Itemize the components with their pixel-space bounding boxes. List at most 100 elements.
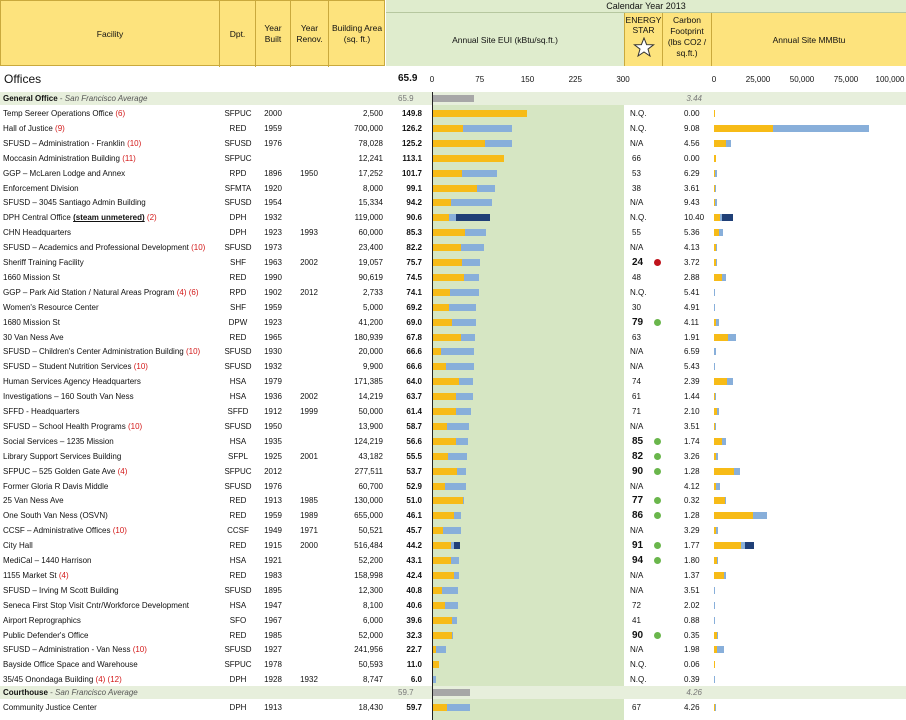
year-built-cell: 1985 [264,630,282,640]
eui-bar-yellow [432,288,450,296]
energy-star-score: 74 [632,377,641,387]
eui-value: 56.6 [406,436,422,446]
dpt-cell: SFPL [227,451,248,461]
year-built-cell: 1978 [264,660,282,670]
mmbtu-bar-blue [715,244,718,252]
facility-name: CCSF – Administrative Offices (10) [3,526,127,535]
dpt-cell: RED [229,272,247,282]
dpt-header: Dpt. [220,1,256,67]
eui-value: 99.1 [406,183,422,193]
year-built-cell: 1990 [264,272,282,282]
energy-star-score: N/A [630,421,644,431]
area-cell: 8,100 [362,600,383,610]
facility-label: SFUSD – Administration - Van Ness [3,645,131,655]
eui-tick-label: 300 [616,75,630,84]
eui-bar-yellow [432,110,528,117]
mmbtu-bar-navy [721,214,733,222]
mmbtu-bar-blue [733,467,741,475]
facility-label: SFUSD – Academics and Professional Devel… [3,243,189,253]
eui-bar-blue [458,378,473,386]
eui-bar-yellow [432,482,445,490]
facility-label: Former Gloria R Davis Middle [3,481,109,491]
year-built-cell: 1921 [264,556,282,565]
energy-star-score: 94 [632,555,644,566]
area-cell: 50,593 [358,660,383,670]
year-renov-cell: 1971 [300,526,318,536]
area-cell: 12,241 [358,153,383,163]
year-built-cell: 1976 [264,481,282,491]
facility-label: SFUSD – Administration - Franklin [3,138,125,148]
carbon-value: 0.32 [684,496,700,506]
eui-value: 58.7 [406,421,422,431]
facility-label: DPH Central Office [3,213,71,223]
area-cell: 180,939 [354,332,383,342]
facility-label: Temp Sereer Operations Office [3,109,114,118]
eui-bar-blue [451,631,453,639]
eui-value: 69.0 [406,317,422,327]
mmbtu-bar-blue [753,512,768,520]
eui-value: 66.6 [406,362,422,372]
eui-bar-yellow [432,199,452,207]
energy-star-score: 55 [632,228,641,238]
carbon-value: 5.43 [684,362,700,372]
eui-bar-blue [456,437,469,445]
dpt-cell: HSA [229,600,247,610]
facility-label: SFFD - Headquarters [3,407,80,416]
energy-star-score: 30 [632,302,641,312]
year-built-cell: 1902 [264,287,282,297]
area-cell: 9,900 [362,362,383,372]
eui-value: 126.2 [401,123,422,133]
mmbtu-bar-yellow [714,110,715,117]
mmbtu-bar-yellow [714,437,723,445]
group-carbon-value: 3.44 [686,94,702,103]
facility-name: Hall of Justice (9) [3,124,65,133]
facility-label: 1660 Mission St [3,272,60,282]
facility-name: Former Gloria R Davis Middle [3,482,108,491]
group-subtitle: San Francisco Average [55,688,138,697]
eui-bar-blue [449,288,480,296]
year-renov-cell: 1932 [300,675,318,685]
energy-star-score: 77 [632,495,644,507]
energy-star-score: N.Q. [630,109,647,118]
mmbtu-bar-yellow [714,273,722,281]
year-built-cell: 1925 [264,451,282,461]
dpt-cell: SFO [229,615,247,625]
eui-bar-blue [446,704,470,711]
eui-value: 22.7 [406,645,422,655]
section-title: Offices [4,72,42,86]
year-built-cell: 1935 [264,436,282,446]
eui-tick-label: 150 [520,75,535,84]
energy-star-score: 86 [632,510,644,522]
area-cell: 2,500 [362,109,383,118]
eui-bar-blue [449,303,477,311]
mmbtu-bar-blue [714,199,717,207]
dpt-cell: DPH [229,213,247,223]
mmbtu-tick-label: 25,000 [745,75,771,84]
eui-bar-navy [453,542,461,550]
energy-star-dot [654,512,661,520]
facility-name: GGP – Park Aid Station / Natural Areas P… [3,288,199,297]
energy-star-dot [654,467,661,475]
dpt-cell: SFUSD [224,421,252,431]
area-cell: 19,057 [358,258,383,267]
eui-header: Annual Site EUI (kBtu/sq.ft.) [386,13,624,66]
area-cell: 171,385 [354,377,383,387]
eui-bar-blue [455,408,472,415]
carbon-value: 4.12 [684,481,700,491]
facility-name: SFFD - Headquarters [3,407,79,416]
energy-star-score: N/A [630,645,644,655]
energy-star-score: 79 [632,316,644,328]
facility-name: One South Van Ness (OSVN) [3,511,108,520]
dpt-cell: RED [229,496,247,506]
facility-label: Bayside Office Space and Warehouse [3,660,138,670]
dpt-cell: SFPUC [224,109,252,118]
dpt-cell: CCSF [227,526,249,536]
facility-name: Seneca First Stop Visit Cntr/Workforce D… [3,601,189,610]
year-built-cell: 1932 [264,213,282,223]
year-built-cell: 1973 [264,243,282,253]
facility-label: 35/45 Onondaga Building [3,675,94,685]
mmbtu-bar-navy [744,542,755,550]
eui-bar-blue [446,422,470,430]
year-built-cell: 1947 [264,600,282,610]
mmbtu-bar-blue [714,303,716,311]
